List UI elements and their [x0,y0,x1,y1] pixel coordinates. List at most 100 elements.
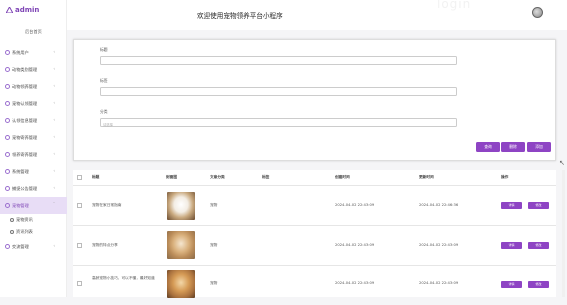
sidebar-item-claim[interactable]: 宠物认领管理 ‹ [0,95,67,112]
column-header[interactable]: 更新时间 [419,170,434,184]
column-header[interactable]: 标题 [92,170,99,184]
sidebar-item-label: 认领信息管理 [12,117,38,123]
sidebar-item-label: 系统管理 [12,168,29,174]
sidebar: admin 后台首页 系统用户 ‹ 动物类别管理 ‹ 动物领养管理 ‹ 宠物认领管理 ‹… [0,0,67,297]
filter-card: 标题 标签 分类 请选择 查询 删除 添加 [73,39,556,161]
logo-icon [6,7,13,13]
chevron-icon: ‹ [53,49,55,54]
menu-icon [5,169,10,174]
menu-icon [5,84,10,89]
updated-cell: 2024-04-02 22:46:36 [419,203,459,207]
column-header: 操作 [501,175,509,179]
row-checkbox[interactable] [77,243,82,248]
chevron-icon: ‹ [53,151,55,156]
logo[interactable]: admin [6,6,39,14]
menu-icon [5,101,10,106]
sidebar-item-label: 宠物管理 [12,202,29,208]
sidebar-item-label: 领养寄养管理 [12,151,38,157]
chevron-icon: ‹ [53,243,55,248]
sidebar-item-foster[interactable]: 宠物寄养管理 ‹ [0,129,67,146]
edit-button[interactable]: 修改 [528,242,549,249]
cover-image [167,192,195,220]
page-title: 欢迎使用宠物领养平台小程序 [197,12,283,20]
select-all-checkbox[interactable] [77,175,82,180]
sidebar-menu: 系统用户 ‹ 动物类别管理 ‹ 动物领养管理 ‹ 宠物认领管理 ‹ 认领信息管理 ‹ 宠物… [0,44,67,255]
title-cell: 宠物在家日常指南 [92,203,122,207]
sidebar-subitem-label: 宠物资讯 [16,217,33,222]
sidebar-item-label: 系统用户 [12,49,29,55]
sidebar-item-adopt-foster[interactable]: 领养寄养管理 ‹ [0,146,67,163]
title-cell: 高龄宠物小技巧，可以不懂，最好知道 [92,276,155,280]
category-label: 分类 [100,109,108,114]
menu-icon [5,118,10,123]
sidebar-item-adoption[interactable]: 动物领养管理 ‹ [0,78,67,95]
sidebar-item-notice[interactable]: 捕捉公告管理 ‹ [0,180,67,197]
menu-icon [5,244,10,249]
created-cell: 2024-04-02 22:43:09 [335,243,375,247]
column-header[interactable]: 创建时间 [335,170,350,184]
edit-button[interactable]: 修改 [528,281,549,288]
sidebar-item-label: 动物类别管理 [12,66,38,72]
category-cell: 宠物 [210,243,218,247]
header: login 欢迎使用宠物领养平台小程序 [67,0,567,30]
query-button[interactable]: 查询 [476,142,500,152]
column-header[interactable]: 文章分类 [210,170,225,184]
sidebar-subitem-news-list[interactable]: 资讯列表 [0,226,67,238]
sidebar-item-label: 宠物认领管理 [12,100,38,106]
delete-button[interactable]: 删除 [501,142,525,152]
menu-icon [5,67,10,72]
title-cell: 宠物的特点分享 [92,243,118,247]
chevron-icon: ‹ [53,168,55,173]
created-cell: 2024-04-02 22:43:09 [335,203,375,207]
chevron-icon: ‹ [53,134,55,139]
title-input[interactable] [100,56,457,65]
submenu-icon [10,230,14,234]
chevron-icon: ‹ [53,83,55,88]
sidebar-item-system-users[interactable]: 系统用户 ‹ [0,44,67,61]
sidebar-item-label: 宠物寄养管理 [12,134,38,140]
sidebar-item-animal-category[interactable]: 动物类别管理 ‹ [0,61,67,78]
logo-text: admin [15,6,40,14]
created-cell: 2024-04-02 22:43:09 [335,281,375,285]
column-header: 标签 [262,175,270,179]
articles-table: 标题 封面图 文章分类 标签 创建时间 更新时间 操作 宠物在家日常指南 宠物 … [73,170,556,298]
row-checkbox[interactable] [77,203,82,208]
chevron-icon: ‹ [53,100,55,105]
row-checkbox[interactable] [77,281,82,286]
menu-icon [5,50,10,55]
menu-icon [5,203,10,208]
category-cell: 宠物 [210,203,218,207]
detail-button[interactable]: 详情 [501,242,522,249]
menu-icon [5,186,10,191]
edit-button[interactable]: 修改 [528,202,549,209]
background-watermark: login [437,0,472,11]
detail-button[interactable]: 详情 [501,281,522,288]
updated-cell: 2024-04-02 22:43:09 [419,243,459,247]
sidebar-item-claim-info[interactable]: 认领信息管理 ‹ [0,112,67,129]
menu-icon [5,152,10,157]
sidebar-subitem-pet-news[interactable]: 宠物资讯 [0,214,67,226]
chevron-icon: ‹ [53,66,55,71]
add-button[interactable]: 添加 [527,142,551,152]
chevron-down-icon: ˇ [53,202,55,207]
tag-input[interactable] [100,87,457,96]
submenu-icon [10,218,14,222]
tag-label: 标签 [100,78,108,83]
cover-image [167,231,195,259]
sidebar-item-system[interactable]: 系统管理 ‹ [0,163,67,180]
sidebar-subitem-label: 资讯列表 [16,229,33,234]
detail-button[interactable]: 详情 [501,202,522,209]
sidebar-item-label: 交流管理 [12,243,29,249]
scrollbar[interactable] [562,170,565,297]
column-header: 封面图 [166,175,178,179]
avatar[interactable] [532,7,543,18]
table-row: 高龄宠物小技巧，可以不懂，最好知道 宠物 2024-04-02 22:43:09… [73,265,556,305]
sidebar-item-pet[interactable]: 宠物管理 ˇ [0,197,67,214]
updated-cell: 2024-04-02 22:43:09 [419,281,459,285]
table-row: 宠物的特点分享 宠物 2024-04-02 22:43:09 2024-04-0… [73,225,556,265]
cover-image [167,270,195,298]
sidebar-item-exchange[interactable]: 交流管理 ‹ [0,238,67,255]
home-link[interactable]: 后台首页 [0,29,67,35]
category-select[interactable]: 请选择 [100,118,457,127]
category-cell: 宠物 [210,281,218,285]
